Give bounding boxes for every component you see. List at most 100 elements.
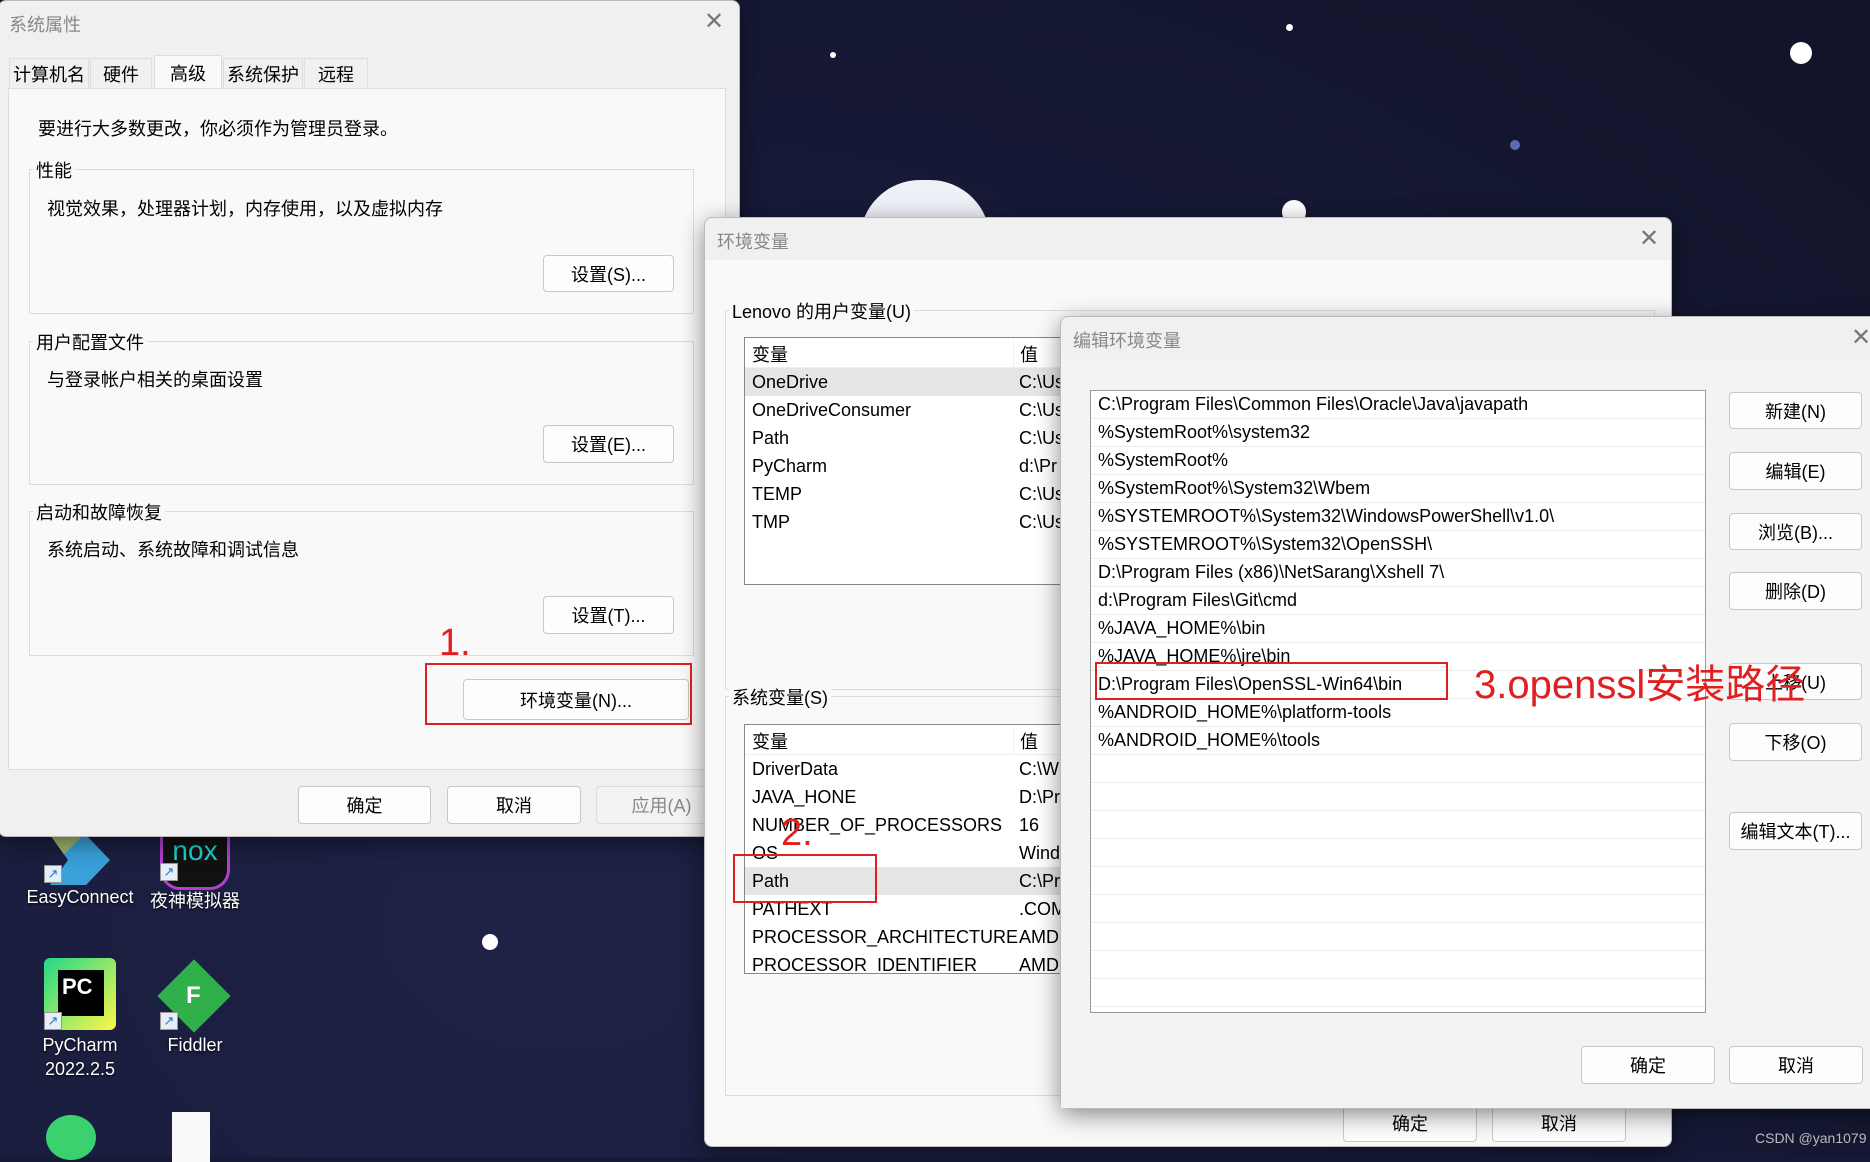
group-label: 用户配置文件 [33,329,147,355]
table-row[interactable]: OneDrive C:\Us [745,368,1063,396]
star [1286,24,1293,31]
close-icon[interactable]: ✕ [1851,323,1870,352]
star [1790,42,1812,64]
file-icon[interactable] [172,1112,210,1162]
empty-row[interactable] [1091,979,1705,1007]
empty-row[interactable] [1091,811,1705,839]
browse-button[interactable]: 浏览(B)... [1729,513,1862,550]
empty-row[interactable] [1091,895,1705,923]
annotation-box-3 [1095,662,1448,700]
var-value: C:\Us [1019,427,1064,448]
table-row[interactable]: TEMP C:\Us [745,480,1063,508]
path-entry[interactable]: %JAVA_HOME%\bin [1091,615,1705,643]
star [830,52,836,58]
startup-settings-button[interactable]: 设置(T)... [543,596,674,634]
group-label: 启动和故障恢复 [33,499,165,525]
cancel-button[interactable]: 取消 [447,786,581,824]
col-header-var[interactable]: 变量 [752,728,788,754]
cancel-button[interactable]: 取消 [1492,1104,1626,1142]
var-value: AMD [1019,954,1059,974]
table-row[interactable]: PROCESSOR_ARCHITECTURE AMD [745,923,1063,951]
path-entry[interactable]: C:\Program Files\Common Files\Oracle\Jav… [1091,391,1705,419]
group-label: 性能 [33,157,75,183]
annotation-step-2: 2. [781,812,813,854]
path-entry[interactable]: %SystemRoot%\system32 [1091,419,1705,447]
new-button[interactable]: 新建(N) [1729,392,1862,429]
desktop-icon-easyconnect[interactable]: ↗ [40,835,120,895]
ok-button[interactable]: 确定 [1581,1046,1715,1084]
table-row[interactable]: Path C:\Us [745,424,1063,452]
shortcut-arrow-icon: ↗ [160,1012,178,1030]
desktop-icon-label: 2022.2.5 [44,1059,116,1079]
edit-text-button[interactable]: 编辑文本(T)... [1729,812,1862,850]
edit-environment-variable-dialog: 编辑环境变量 ✕ C:\Program Files\Common Files\O… [1060,316,1870,1109]
ok-button[interactable]: 确定 [298,786,431,824]
var-value: C:\Wi [1019,758,1063,779]
list-header: 变量 值 [745,727,1063,755]
path-entry[interactable]: %ANDROID_HOME%\tools [1091,727,1705,755]
table-row[interactable]: PyCharm d:\Pr [745,452,1063,480]
var-value: C:\Us [1019,511,1064,532]
empty-row[interactable] [1091,951,1705,979]
group-desc: 视觉效果，处理器计划，内存使用，以及虚拟内存 [47,199,443,219]
empty-row[interactable] [1091,783,1705,811]
table-row[interactable]: DriverData C:\Wi [745,755,1063,783]
tab-hardware[interactable]: 硬件 [90,58,152,88]
table-row[interactable]: JAVA_HONE D:\Pr [745,783,1063,811]
tab-remote[interactable]: 远程 [304,58,368,88]
empty-row[interactable] [1091,755,1705,783]
var-name: TEMP [752,483,803,504]
group-desc: 系统启动、系统故障和调试信息 [47,540,299,560]
close-icon[interactable]: ✕ [704,7,724,36]
annotation-box-2 [733,854,877,903]
empty-row[interactable] [1091,867,1705,895]
table-row[interactable]: OneDriveConsumer C:\Us [745,396,1063,424]
move-down-button[interactable]: 下移(O) [1729,723,1862,761]
group-startup-recovery [29,511,694,656]
delete-button[interactable]: 删除(D) [1729,572,1862,610]
desktop-icon-label: EasyConnect [26,887,134,907]
empty-row[interactable] [1091,923,1705,951]
var-name: PyCharm [752,455,828,476]
dialog-title: 系统属性 [9,15,81,35]
col-header-value[interactable]: 值 [1013,727,1038,754]
tab-computer-name[interactable]: 计算机名 [9,58,89,88]
close-icon[interactable]: ✕ [1639,224,1659,253]
var-name: TMP [752,511,790,532]
table-row[interactable]: PROCESSOR_IDENTIFIER AMD [745,951,1063,974]
var-name: OneDriveConsumer [752,399,912,420]
path-entry[interactable]: %SystemRoot% [1091,447,1705,475]
performance-settings-button[interactable]: 设置(S)... [543,255,674,292]
annotation-box-1 [425,663,692,725]
edit-button[interactable]: 编辑(E) [1729,452,1862,490]
var-value: D:\Pr [1019,786,1061,807]
user-profile-settings-button[interactable]: 设置(E)... [543,425,674,463]
group-user-profiles [29,341,694,485]
cancel-button[interactable]: 取消 [1729,1046,1863,1084]
col-header-value[interactable]: 值 [1013,340,1038,367]
group-label: 系统变量(S) [729,684,831,710]
col-header-var[interactable]: 变量 [752,341,788,367]
star [1510,140,1520,150]
path-entry[interactable]: %SYSTEMROOT%\System32\WindowsPowerShell\… [1091,503,1705,531]
shortcut-arrow-icon: ↗ [44,865,62,883]
admin-notice: 要进行大多数更改，你必须作为管理员登录。 [38,119,398,139]
var-value: Wind [1019,842,1061,863]
empty-row[interactable] [1091,839,1705,867]
path-entry[interactable]: D:\Program Files (x86)\NetSarang\Xshell … [1091,559,1705,587]
ok-button[interactable]: 确定 [1343,1104,1477,1142]
desktop-icon-label: PyCharm [42,1035,118,1055]
path-entry[interactable]: %SYSTEMROOT%\System32\OpenSSH\ [1091,531,1705,559]
tab-advanced[interactable]: 高级 [154,55,222,89]
path-entry[interactable]: %SystemRoot%\System32\Wbem [1091,475,1705,503]
user-vars-list[interactable]: 变量值 OneDrive C:\Us OneDriveConsumer C:\Us Pa… [744,337,1064,585]
tab-system-protection[interactable]: 系统保护 [223,58,303,88]
wechat-icon[interactable] [46,1115,96,1160]
var-value: C:\Us [1019,399,1064,420]
path-entry[interactable]: d:\Program Files\Git\cmd [1091,587,1705,615]
star [482,934,498,950]
fiddler-logo-icon: F [186,982,201,1009]
table-row[interactable]: TMP C:\Us [745,508,1063,536]
var-value: C:\Pr [1019,870,1061,891]
desktop-icon-label: Fiddler [167,1035,223,1055]
